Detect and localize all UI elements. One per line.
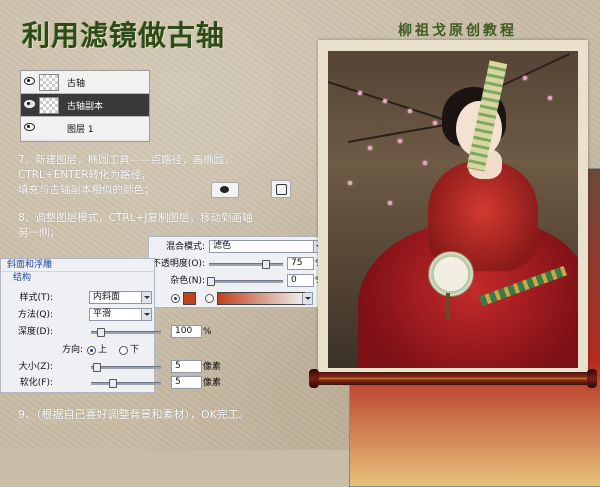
direction-row: 方向: 上 下 xyxy=(1,343,331,357)
blossom xyxy=(368,146,372,150)
direction-up-label: 上 xyxy=(98,345,108,355)
blend-mode-label: 混合模式: xyxy=(165,242,205,252)
layer-thumbnail xyxy=(39,74,59,91)
noise-label: 杂色(N): xyxy=(170,276,205,286)
depth-label: 深度(D): xyxy=(18,327,53,337)
visibility-eye-icon[interactable] xyxy=(24,77,35,85)
style-select[interactable]: 内斜面 xyxy=(89,291,152,304)
blend-mode-select[interactable]: 滤色 xyxy=(209,240,324,253)
blossom xyxy=(423,161,427,165)
blossom xyxy=(548,96,552,100)
style-label: 样式(T): xyxy=(19,293,53,303)
depth-input[interactable]: 100 xyxy=(171,325,202,338)
direction-down-label: 下 xyxy=(130,345,140,355)
layers-panel: 古轴 古轴副本 图层 1 xyxy=(20,70,600,487)
soften-label: 软化(F): xyxy=(19,378,53,388)
layer-name: 古轴副本 xyxy=(67,102,104,112)
opacity-input[interactable]: 75 xyxy=(287,257,314,270)
size-input[interactable]: 5 xyxy=(171,360,202,373)
visibility-eye-icon[interactable] xyxy=(24,100,35,108)
soften-slider-thumb[interactable] xyxy=(109,379,117,388)
direction-down-radio[interactable] xyxy=(119,346,128,355)
fan-handle xyxy=(446,293,450,319)
layer-name: 图层 1 xyxy=(67,125,94,135)
scroll-rod xyxy=(309,369,597,388)
blossom xyxy=(408,109,412,113)
blossom xyxy=(523,76,527,80)
step-8-line-1: 8、调整图层模式，CTRL+J复制图层，移动到画轴 xyxy=(18,212,253,224)
blossom xyxy=(383,99,387,103)
size-label: 大小(Z): xyxy=(18,362,53,372)
bevel-section-title: 斜面和浮雕 xyxy=(1,259,154,272)
structure-subtitle: 结构 xyxy=(13,273,32,283)
soften-unit: 像素 xyxy=(203,378,222,388)
depth-unit: % xyxy=(203,327,212,337)
layer-row[interactable]: 图层 1 xyxy=(21,117,600,487)
author-credit: 柳祖戈原创教程 xyxy=(398,23,517,39)
page-title: 利用滤镜做古轴 xyxy=(22,19,226,52)
depth-slider-thumb[interactable] xyxy=(97,328,105,337)
noise-slider-thumb[interactable] xyxy=(207,277,215,286)
blossom xyxy=(388,201,392,205)
style-value: 内斜面 xyxy=(93,292,121,302)
size-unit: 像素 xyxy=(203,362,222,372)
round-fan xyxy=(428,251,474,297)
ellipse-tool-icon xyxy=(211,182,239,198)
depth-row: 深度(D): 100 % xyxy=(1,325,331,339)
layer-row[interactable]: 古轴 xyxy=(21,71,149,94)
technique-row: 方法(Q): 平滑 xyxy=(1,308,331,322)
size-slider-thumb[interactable] xyxy=(93,363,101,372)
bevel-emboss-panel: 斜面和浮雕 结构 样式(T): 内斜面 方法(Q): 平滑 深度(D): 100… xyxy=(0,258,221,393)
size-slider-track[interactable] xyxy=(91,366,161,369)
technique-value: 平滑 xyxy=(93,309,112,319)
layer-thumbnail xyxy=(39,97,59,114)
visibility-eye-icon[interactable] xyxy=(24,123,35,131)
soften-input[interactable]: 5 xyxy=(171,376,202,389)
chevron-down-icon xyxy=(141,292,151,303)
technique-select[interactable]: 平滑 xyxy=(89,308,152,321)
step-9-text: 9、（根据自己喜好调整背景和素材），OK完工。 xyxy=(18,408,250,421)
noise-input[interactable]: 0 xyxy=(287,274,314,287)
opacity-slider-track[interactable] xyxy=(209,263,283,266)
layer-name: 古轴 xyxy=(67,79,86,89)
noise-slider-track[interactable] xyxy=(209,280,283,283)
soften-slider-track[interactable] xyxy=(91,382,161,385)
direction-label: 方向: xyxy=(61,345,83,355)
blossom xyxy=(398,139,402,143)
blossom xyxy=(433,121,437,125)
size-row: 大小(Z): 5 像素 xyxy=(1,360,331,374)
chevron-down-icon xyxy=(141,309,151,320)
technique-label: 方法(Q): xyxy=(17,310,53,320)
soften-row: 软化(F): 5 像素 xyxy=(1,376,331,390)
opacity-slider-thumb[interactable] xyxy=(261,260,270,269)
blend-mode-value: 滤色 xyxy=(213,241,232,251)
opacity-label: 不透明度(O): xyxy=(151,259,205,269)
path-mode-icon xyxy=(271,180,291,198)
portrait-image xyxy=(328,51,578,368)
direction-up-radio[interactable] xyxy=(87,346,96,355)
step-7-line-1: 7、新建图层，椭圆工具——点路径，画椭圆， xyxy=(18,154,235,166)
blossom xyxy=(348,181,352,185)
layer-row-selected[interactable]: 古轴副本 xyxy=(21,94,149,117)
style-row: 样式(T): 内斜面 xyxy=(1,291,331,305)
blossom xyxy=(358,91,362,95)
